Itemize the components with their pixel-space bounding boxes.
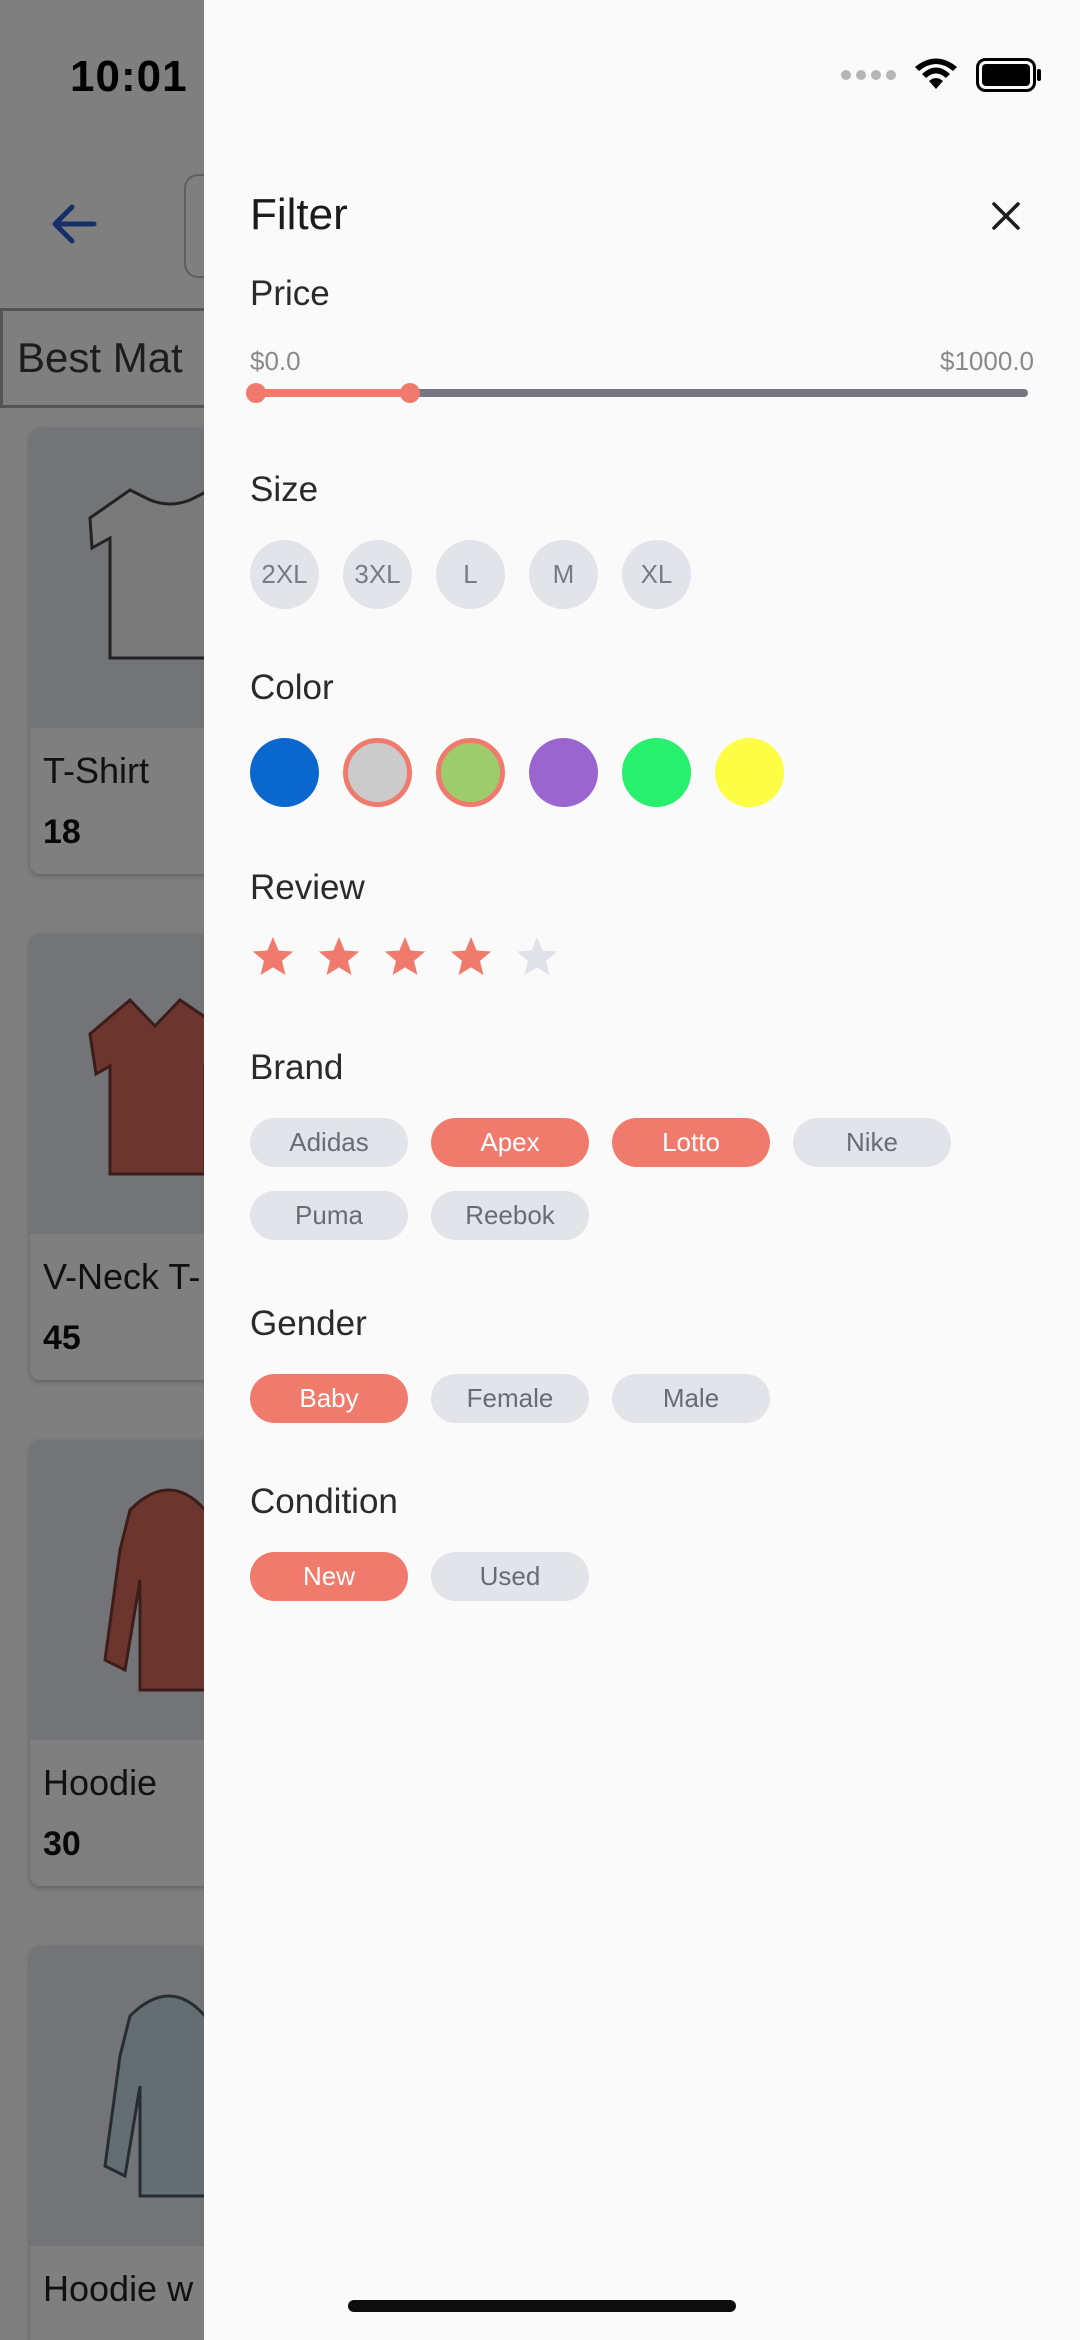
brand-chip-nike[interactable]: Nike bbox=[793, 1118, 951, 1167]
size-chip-l[interactable]: L bbox=[436, 540, 505, 609]
status-icons bbox=[841, 58, 1042, 92]
condition-chip-new[interactable]: New bbox=[250, 1552, 408, 1601]
brand-chip-adidas[interactable]: Adidas bbox=[250, 1118, 408, 1167]
drawer-title: Filter bbox=[250, 190, 348, 239]
screen: 10:01 Best Mat T-Shirt 18 V-Neck T- bbox=[0, 0, 1080, 2340]
size-chip-3xl[interactable]: 3XL bbox=[343, 540, 412, 609]
review-rating bbox=[250, 934, 560, 980]
star-icon[interactable] bbox=[250, 934, 296, 980]
condition-label: Condition bbox=[250, 1482, 398, 1521]
gender-chip-female[interactable]: Female bbox=[431, 1374, 589, 1423]
brand-chip-lotto[interactable]: Lotto bbox=[612, 1118, 770, 1167]
price-label: Price bbox=[250, 274, 330, 313]
filter-drawer: Filter Price $0.0 $1000.0 Size 2XL 3XL L… bbox=[204, 0, 1080, 2340]
gender-label: Gender bbox=[250, 1304, 367, 1343]
price-range-slider[interactable] bbox=[246, 383, 1028, 403]
gender-chip-male[interactable]: Male bbox=[612, 1374, 770, 1423]
condition-options: New Used bbox=[250, 1552, 1010, 1601]
price-range-fill bbox=[256, 389, 411, 397]
brand-chip-apex[interactable]: Apex bbox=[431, 1118, 589, 1167]
size-chip-2xl[interactable]: 2XL bbox=[250, 540, 319, 609]
price-min-label: $0.0 bbox=[250, 346, 301, 376]
star-icon[interactable] bbox=[514, 934, 560, 980]
size-chip-xl[interactable]: XL bbox=[622, 540, 691, 609]
close-icon[interactable] bbox=[984, 194, 1028, 238]
star-icon[interactable] bbox=[316, 934, 362, 980]
color-options bbox=[250, 738, 784, 807]
star-icon[interactable] bbox=[382, 934, 428, 980]
size-options: 2XL 3XL L M XL bbox=[250, 540, 691, 609]
color-swatch-light-green[interactable] bbox=[436, 738, 505, 807]
color-swatch-purple[interactable] bbox=[529, 738, 598, 807]
brand-chip-puma[interactable]: Puma bbox=[250, 1191, 408, 1240]
gender-chip-baby[interactable]: Baby bbox=[250, 1374, 408, 1423]
brand-label: Brand bbox=[250, 1048, 344, 1087]
star-icon[interactable] bbox=[448, 934, 494, 980]
color-swatch-yellow[interactable] bbox=[715, 738, 784, 807]
review-label: Review bbox=[250, 868, 365, 907]
size-chip-m[interactable]: M bbox=[529, 540, 598, 609]
price-max-label: $1000.0 bbox=[940, 346, 1034, 376]
drawer-header: Filter bbox=[250, 190, 1040, 240]
gender-options: Baby Female Male bbox=[250, 1374, 1010, 1423]
condition-chip-used[interactable]: Used bbox=[431, 1552, 589, 1601]
color-swatch-blue[interactable] bbox=[250, 738, 319, 807]
wifi-icon bbox=[915, 58, 957, 89]
size-label: Size bbox=[250, 470, 319, 509]
brand-chip-reebok[interactable]: Reebok bbox=[431, 1191, 589, 1240]
cellular-signal-icon bbox=[841, 70, 896, 80]
battery-icon bbox=[976, 58, 1041, 92]
home-indicator[interactable] bbox=[348, 2300, 736, 2312]
brand-options: Adidas Apex Lotto Nike Puma Reebok bbox=[250, 1118, 1010, 1240]
color-swatch-light-gray[interactable] bbox=[343, 738, 412, 807]
price-max-handle[interactable] bbox=[400, 383, 421, 403]
price-min-handle[interactable] bbox=[246, 383, 266, 403]
color-label: Color bbox=[250, 668, 334, 707]
color-swatch-green[interactable] bbox=[622, 738, 691, 807]
